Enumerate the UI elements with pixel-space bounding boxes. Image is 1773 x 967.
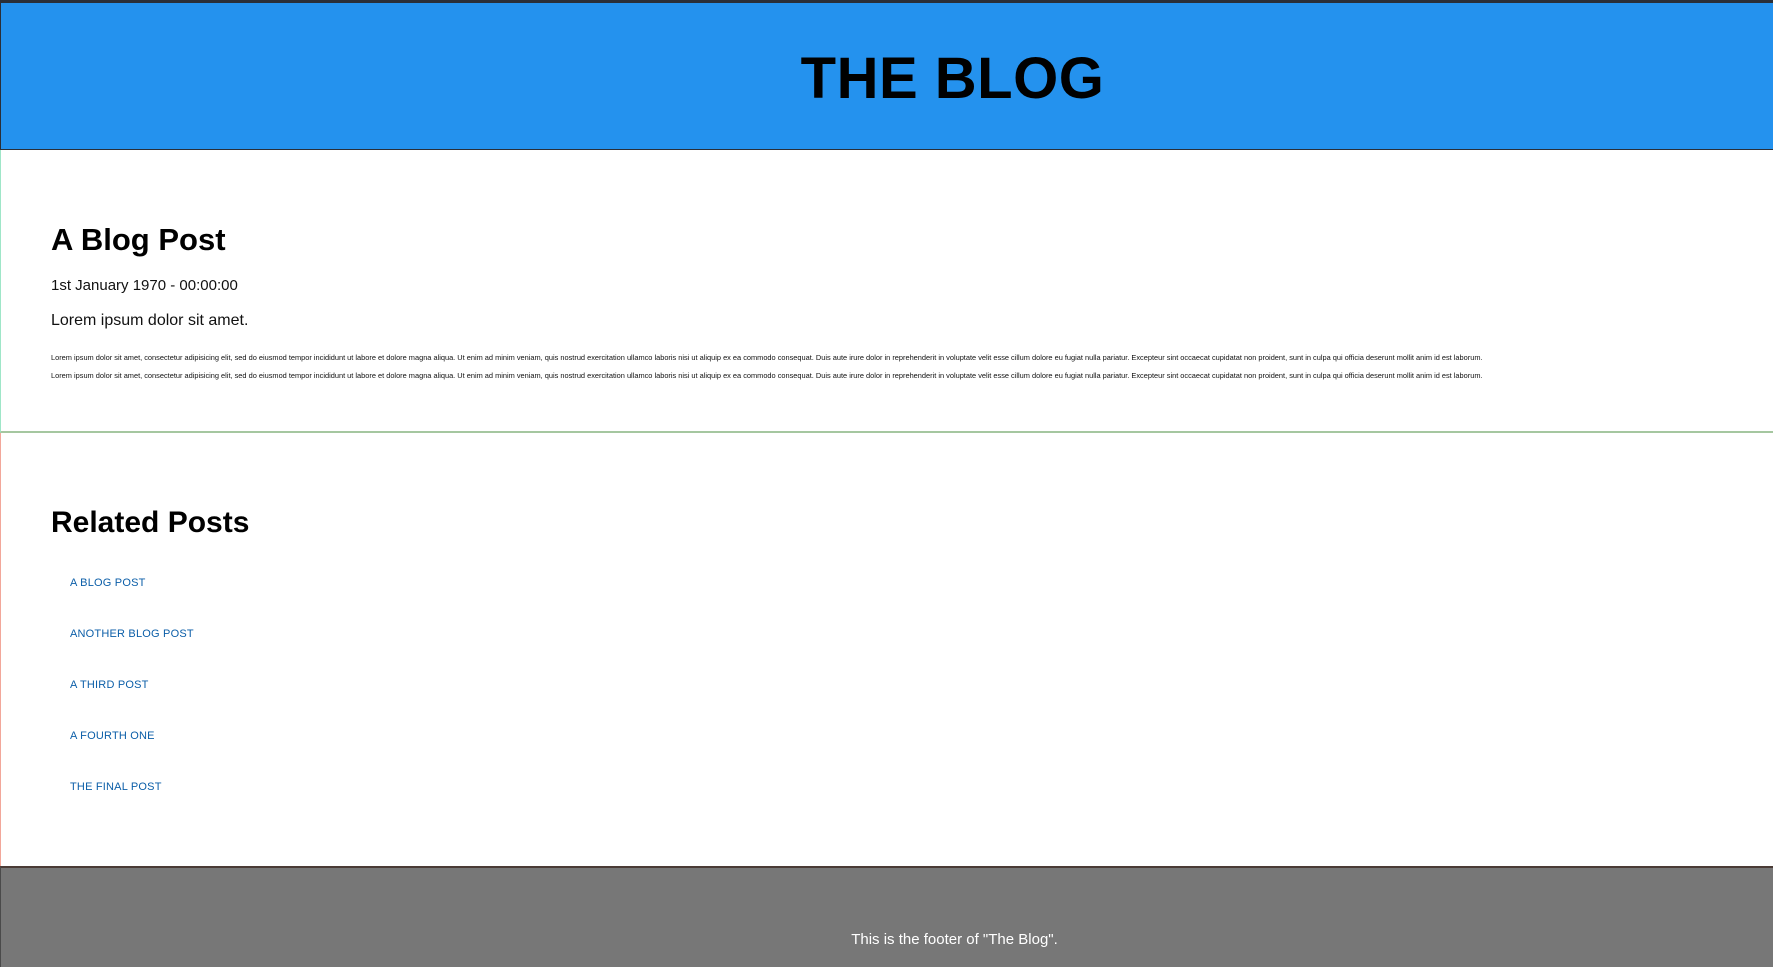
blog-post: A Blog Post 1st January 1970 - 00:00:00 … — [0, 150, 1773, 433]
related-posts-title: Related Posts — [51, 506, 250, 539]
page: THE BLOG A Blog Post 1st January 1970 - … — [0, 0, 1773, 967]
footer-text: This is the footer of "The Blog". — [851, 931, 1058, 948]
related-posts-list: A BLOG POST ANOTHER BLOG POST A THIRD PO… — [70, 575, 194, 830]
site-footer: This is the footer of "The Blog". — [0, 866, 1773, 967]
related-link-the-final-post[interactable]: THE FINAL POST — [70, 781, 162, 793]
related-link-a-third-post[interactable]: A THIRD POST — [70, 679, 149, 691]
post-paragraph: Lorem ipsum dolor sit amet, consectetur … — [51, 353, 1483, 363]
list-item: A THIRD POST — [70, 677, 194, 728]
post-title: A Blog Post — [51, 222, 226, 257]
site-title: THE BLOG — [800, 46, 1105, 111]
post-paragraph: Lorem ipsum dolor sit amet, consectetur … — [51, 371, 1483, 381]
site-header: THE BLOG — [0, 0, 1773, 150]
related-link-a-blog-post[interactable]: A BLOG POST — [70, 577, 146, 589]
list-item: A FOURTH ONE — [70, 728, 194, 779]
list-item: THE FINAL POST — [70, 779, 194, 830]
related-link-a-fourth-one[interactable]: A FOURTH ONE — [70, 730, 155, 742]
post-date: 1st January 1970 - 00:00:00 — [51, 277, 238, 294]
related-posts: Related Posts A BLOG POST ANOTHER BLOG P… — [0, 433, 1773, 866]
related-link-another-blog-post[interactable]: ANOTHER BLOG POST — [70, 628, 194, 640]
list-item: ANOTHER BLOG POST — [70, 626, 194, 677]
list-item: A BLOG POST — [70, 575, 194, 626]
post-lead: Lorem ipsum dolor sit amet. — [51, 312, 249, 329]
